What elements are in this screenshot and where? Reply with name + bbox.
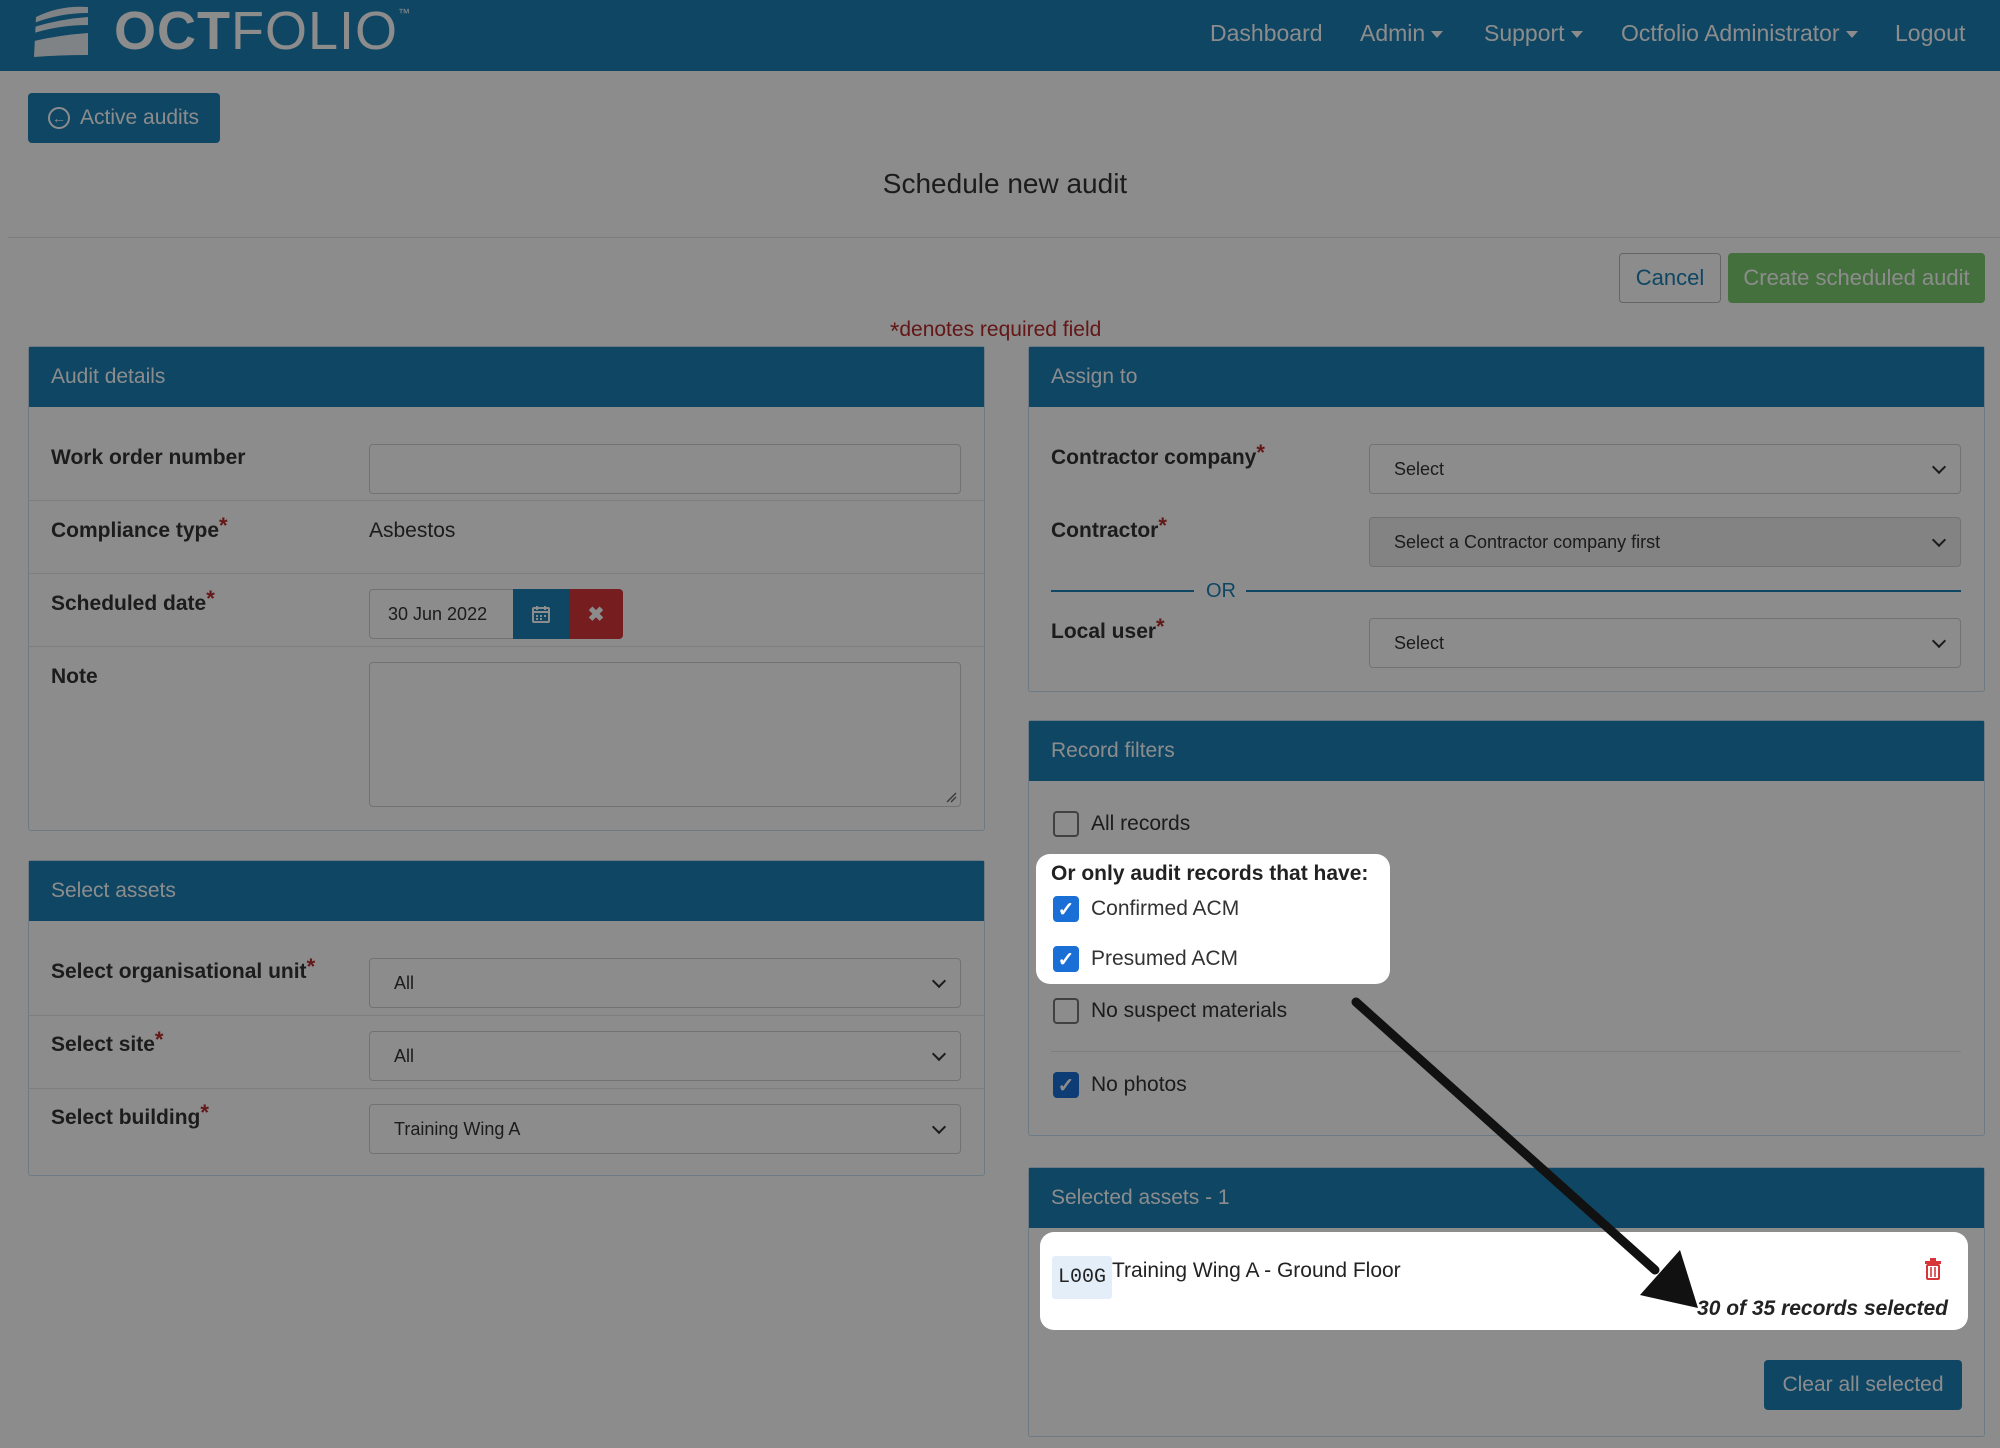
scheduled-date-input[interactable]: 30 Jun 2022: [369, 589, 514, 639]
chevron-down-icon: [931, 1119, 947, 1135]
panel-header: Selected assets - 1: [1029, 1168, 1984, 1228]
caret-down-icon: [1845, 31, 1858, 39]
row-divider: [29, 1088, 984, 1089]
page-title: Schedule new audit: [882, 168, 1128, 199]
scheduled-date-label: Scheduled date*: [51, 586, 215, 615]
clear-date-button[interactable]: ✖: [569, 589, 623, 639]
building-label: Select building*: [51, 1100, 209, 1129]
local-user-select[interactable]: Select: [1369, 618, 1961, 668]
calendar-button[interactable]: [513, 589, 569, 639]
or-label: OR: [1206, 580, 1236, 602]
presumed-acm-checkbox[interactable]: ✓ Presumed ACM: [1053, 946, 1238, 972]
contractor-label: Contractor*: [1051, 513, 1167, 542]
active-audits-button[interactable]: ← Active audits: [28, 93, 220, 143]
nav-user-menu[interactable]: Octfolio Administrator: [1621, 20, 1858, 47]
chevron-down-icon: [931, 973, 947, 989]
compliance-type-value: Asbestos: [369, 519, 456, 542]
clear-all-selected-button[interactable]: Clear all selected: [1764, 1360, 1962, 1410]
panel-header: Assign to: [1029, 347, 1984, 407]
calendar-icon: [532, 606, 550, 623]
contractor-company-label: Contractor company*: [1051, 440, 1265, 469]
compliance-type-label: Compliance type*: [51, 513, 228, 542]
chevron-down-icon: [1931, 532, 1947, 548]
or-divider-line: [1246, 590, 1961, 592]
chevron-down-icon: [1931, 459, 1947, 475]
nav-admin[interactable]: Admin: [1360, 20, 1444, 47]
trash-icon[interactable]: [1924, 1258, 1942, 1280]
checkbox-label: All records: [1091, 812, 1191, 835]
local-user-label: Local user*: [1051, 614, 1165, 643]
work-order-label: Work order number: [51, 446, 246, 469]
panel-header: Record filters: [1029, 721, 1984, 781]
site-label: Select site*: [51, 1027, 164, 1056]
caret-down-icon: [1570, 31, 1583, 39]
selected-asset-item: L00G Training Wing A - Ground Floor 30 o…: [1040, 1232, 1968, 1330]
row-divider: [29, 573, 984, 574]
org-unit-label: Select organisational unit*: [51, 954, 316, 983]
create-scheduled-audit-button[interactable]: Create scheduled audit: [1728, 253, 1985, 303]
asset-name: Training Wing A - Ground Floor: [1112, 1259, 1401, 1282]
checkbox-label: No suspect materials: [1091, 999, 1288, 1022]
divider: [8, 237, 2000, 238]
note-label: Note: [51, 665, 98, 688]
checkbox-unchecked-icon: [1053, 998, 1079, 1024]
nav-logout[interactable]: Logout: [1895, 20, 1965, 47]
contractor-select: Select a Contractor company first: [1369, 517, 1961, 567]
filter-group-title: Or only audit records that have:: [1051, 862, 1369, 885]
or-divider-line: [1051, 590, 1194, 592]
checkbox-label: Presumed ACM: [1091, 947, 1239, 970]
no-photos-checkbox[interactable]: ✓ No photos: [1053, 1072, 1187, 1098]
highlight-filter-group: Or only audit records that have: ✓ Confir…: [1036, 854, 1390, 984]
nav-support[interactable]: Support: [1484, 20, 1583, 47]
checkbox-checked-icon: ✓: [1053, 896, 1079, 922]
active-audits-label: Active audits: [80, 106, 200, 129]
panel-header: Select assets: [29, 861, 984, 921]
checkbox-checked-icon: ✓: [1053, 1072, 1079, 1098]
chevron-down-icon: [1931, 633, 1947, 649]
resize-handle-icon[interactable]: [945, 791, 957, 803]
cancel-button[interactable]: Cancel: [1619, 253, 1721, 303]
no-suspect-materials-checkbox[interactable]: No suspect materials: [1053, 998, 1287, 1024]
checkbox-label: No photos: [1091, 1073, 1187, 1096]
top-navbar: OCTFOLIO™ Dashboard Admin Support Octfol…: [0, 0, 2000, 71]
asset-code-badge: L00G: [1052, 1256, 1113, 1299]
required-field-note: *denotes required field: [890, 318, 1102, 345]
octfolio-logo[interactable]: OCTFOLIO™: [30, 1, 412, 61]
row-divider: [29, 646, 984, 647]
checkbox-unchecked-icon: [1053, 811, 1079, 837]
caret-down-icon: [1431, 31, 1444, 39]
logo-text: OCTFOLIO™: [114, 1, 412, 61]
chevron-down-icon: [931, 1046, 947, 1062]
row-divider: [1051, 1051, 1961, 1052]
org-unit-select[interactable]: All: [369, 958, 961, 1008]
confirmed-acm-checkbox[interactable]: ✓ Confirmed ACM: [1053, 896, 1239, 922]
work-order-input[interactable]: [369, 444, 961, 494]
back-arrow-icon: ←: [48, 107, 70, 129]
row-divider: [29, 500, 984, 501]
logo-mark-icon: [30, 3, 92, 59]
all-records-checkbox[interactable]: All records: [1053, 811, 1190, 837]
checkbox-label: Confirmed ACM: [1091, 897, 1240, 920]
checkbox-checked-icon: ✓: [1053, 946, 1079, 972]
building-select[interactable]: Training Wing A: [369, 1104, 961, 1154]
note-textarea[interactable]: [369, 662, 961, 807]
site-select[interactable]: All: [369, 1031, 961, 1081]
nav-dashboard[interactable]: Dashboard: [1210, 20, 1323, 47]
row-divider: [29, 1015, 984, 1016]
close-icon: ✖: [587, 603, 605, 626]
records-selected-count: 30 of 35 records selected: [1697, 1297, 1948, 1320]
contractor-company-select[interactable]: Select: [1369, 444, 1961, 494]
panel-header: Audit details: [29, 347, 984, 407]
